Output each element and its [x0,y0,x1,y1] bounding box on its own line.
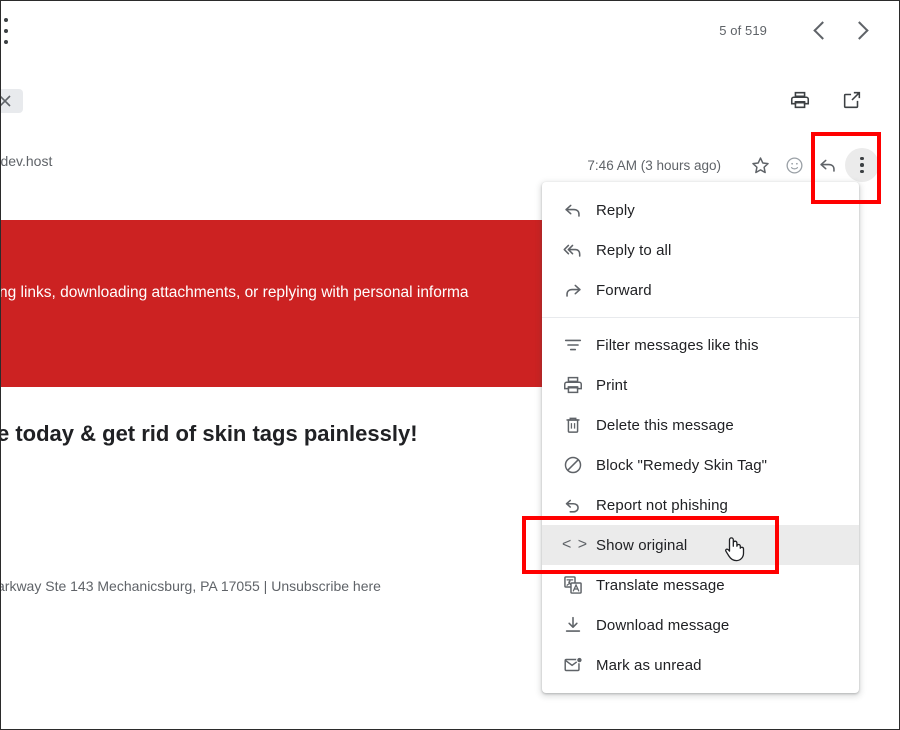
menu-item-label: Report not phishing [596,497,728,514]
menu-item-label: Delete this message [596,417,734,434]
trash-icon [562,414,596,436]
more-options-button[interactable] [845,148,879,182]
menu-item-label: Filter messages like this [596,337,759,354]
reply-arrow-icon [562,199,596,221]
phishing-warning-text: ng links, downloading attachments, or re… [0,284,559,302]
menu-item-label: Download message [596,617,729,634]
menu-item-download-message[interactable]: Download message [542,605,859,645]
chevron-left-icon [813,21,831,39]
reply-button[interactable] [811,148,845,182]
menu-item-label: Print [596,377,627,394]
menu-divider [542,317,859,318]
menu-item-print[interactable]: Print [542,365,859,405]
forward-arrow-icon [562,279,596,301]
menu-item-delete-message[interactable]: Delete this message [542,405,859,445]
add-reaction-button[interactable] [777,148,811,182]
menu-item-reply-to-all[interactable]: Reply to all [542,230,859,270]
message-header-actions: 7:46 AM (3 hours ago) [587,147,879,183]
mail-unread-icon [562,654,596,676]
pager-count: 5 of 519 [719,23,767,38]
reply-arrow-icon [817,154,839,176]
print-button[interactable] [787,86,813,114]
email-headline: e today & get rid of skin tags painlessl… [0,421,418,447]
block-circle-slash-icon [562,454,596,476]
top-toolbar: 5 of 519 [1,1,900,63]
reply-all-arrow-icon [562,239,596,261]
star-button[interactable] [743,148,777,182]
open-in-new-icon [841,89,863,111]
filter-icon [562,334,596,356]
printer-icon [789,89,811,111]
chevron-right-icon [850,21,868,39]
kebab-vertical-icon [860,157,864,174]
gmail-message-view: 5 of 519 [0,0,900,730]
message-context-menu: Reply Reply to all Forward [542,182,859,693]
close-icon [0,95,11,107]
message-timestamp: 7:46 AM (3 hours ago) [587,158,721,173]
menu-item-translate-message[interactable]: Translate message [542,565,859,605]
menu-item-show-original[interactable]: < > Show original [542,525,859,565]
menu-item-label: Translate message [596,577,725,594]
next-message-button[interactable] [841,13,881,47]
star-icon [750,155,771,176]
menu-item-block-sender[interactable]: Block "Remedy Skin Tag" [542,445,859,485]
close-button[interactable] [0,89,23,113]
add-reaction-icon [784,155,805,176]
menu-item-filter-messages[interactable]: Filter messages like this [542,325,859,365]
sender-address: mudev.host [0,153,52,169]
menu-item-report-not-phishing[interactable]: Report not phishing [542,485,859,525]
menu-item-reply[interactable]: Reply [542,190,859,230]
download-icon [562,614,596,636]
previous-message-button[interactable] [801,13,841,47]
undo-arrow-icon [562,494,596,516]
menu-item-mark-as-unread[interactable]: Mark as unread [542,645,859,685]
translate-icon [562,574,596,596]
open-in-new-window-button[interactable] [839,86,865,114]
menu-item-label: Forward [596,282,652,299]
phishing-warning-banner: ng links, downloading attachments, or re… [0,220,547,387]
menu-item-label: Show original [596,537,687,554]
pagination-controls: 5 of 519 [719,13,881,47]
printer-icon [562,374,596,396]
menu-item-label: Reply [596,202,635,219]
menu-item-label: Reply to all [596,242,671,259]
message-toolbar [787,86,865,114]
menu-item-label: Mark as unread [596,657,702,674]
menu-item-label: Block "Remedy Skin Tag" [596,457,767,474]
message-header-row: mudev.host 7:46 AM (3 hours ago) [1,147,900,183]
email-footer-address: arkway Ste 143 Mechanicsburg, PA 17055 |… [0,578,381,594]
code-brackets-icon: < > [562,536,596,554]
kebab-vertical-icon[interactable] [0,14,15,48]
menu-item-forward[interactable]: Forward [542,270,859,310]
